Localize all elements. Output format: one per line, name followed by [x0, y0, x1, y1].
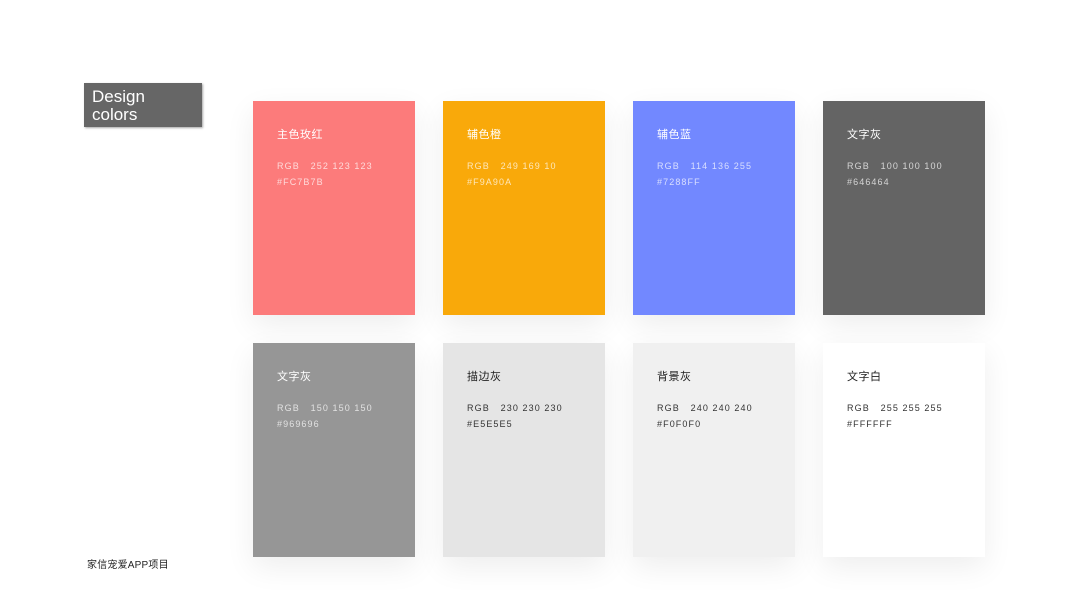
- swatch-name: 辅色橙: [467, 129, 502, 141]
- swatch-primary-rose: 主色玫红 RGB 252 123 123 #FC7B7B: [253, 101, 415, 315]
- swatch-hex: #7288FF: [657, 177, 701, 187]
- swatch-text-white: 文字白 RGB 255 255 255 #FFFFFF: [823, 343, 985, 557]
- swatch-hex: #FFFFFF: [847, 419, 893, 429]
- title-line-2: colors: [92, 105, 138, 124]
- swatch-rgb: RGB 100 100 100: [847, 161, 943, 171]
- swatch-secondary-blue: 辅色蓝 RGB 114 136 255 #7288FF: [633, 101, 795, 315]
- swatch-rgb: RGB 249 169 10: [467, 161, 557, 171]
- swatch-rgb: RGB 230 230 230: [467, 403, 563, 413]
- swatch-secondary-orange: 辅色橙 RGB 249 169 10 #F9A90A: [443, 101, 605, 315]
- swatch-stroke-gray: 描边灰 RGB 230 230 230 #E5E5E5: [443, 343, 605, 557]
- project-footer-label: 家信宠爱APP项目: [87, 560, 169, 571]
- swatch-name: 辅色蓝: [657, 129, 692, 141]
- swatch-text-gray-dark: 文字灰 RGB 100 100 100 #646464: [823, 101, 985, 315]
- swatch-hex: #F9A90A: [467, 177, 513, 187]
- swatch-name: 文字灰: [847, 129, 882, 141]
- swatch-name: 描边灰: [467, 371, 502, 383]
- swatch-background-gray: 背景灰 RGB 240 240 240 #F0F0F0: [633, 343, 795, 557]
- swatch-name: 文字灰: [277, 371, 312, 383]
- swatch-rgb: RGB 255 255 255: [847, 403, 943, 413]
- swatch-hex: #646464: [847, 177, 890, 187]
- swatch-hex: #FC7B7B: [277, 177, 324, 187]
- swatch-name: 文字白: [847, 371, 882, 383]
- swatch-text-gray-light: 文字灰 RGB 150 150 150 #969696: [253, 343, 415, 557]
- title-line-1: Design: [92, 87, 145, 106]
- swatch-name: 背景灰: [657, 371, 692, 383]
- swatch-rgb: RGB 240 240 240: [657, 403, 753, 413]
- swatch-hex: #E5E5E5: [467, 419, 513, 429]
- page-title: Design colors: [84, 83, 202, 127]
- swatch-hex: #F0F0F0: [657, 419, 702, 429]
- swatch-rgb: RGB 150 150 150: [277, 403, 373, 413]
- swatch-hex: #969696: [277, 419, 320, 429]
- swatch-name: 主色玫红: [277, 129, 323, 141]
- swatch-rgb: RGB 252 123 123: [277, 161, 373, 171]
- swatch-rgb: RGB 114 136 255: [657, 161, 753, 171]
